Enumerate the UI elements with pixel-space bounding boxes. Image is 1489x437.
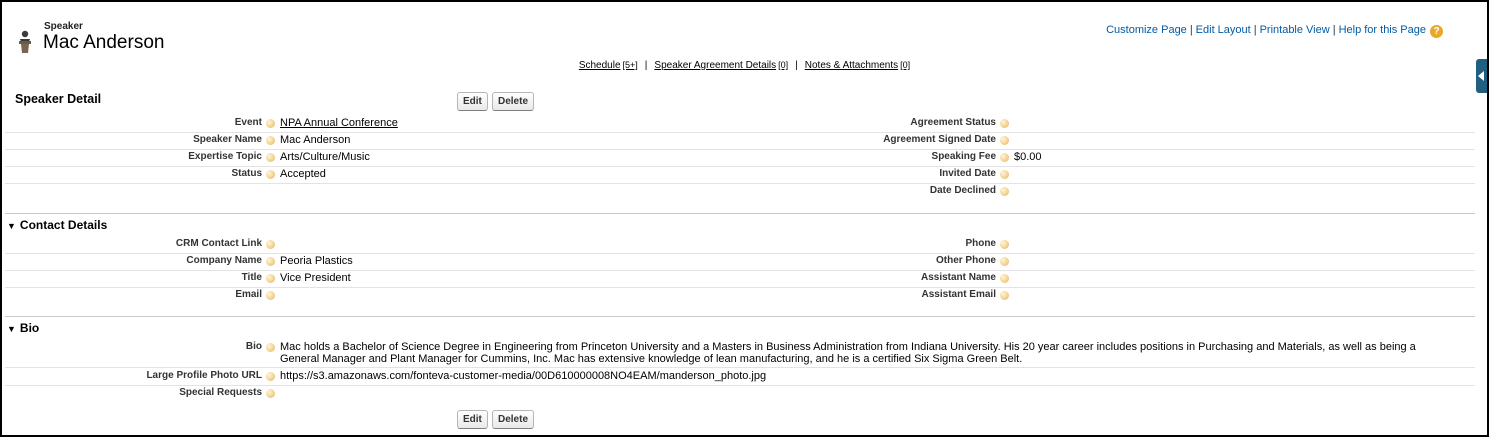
field-label-speaking-fee: Speaking Fee: [931, 151, 996, 162]
field-row: Special Requests: [5, 385, 1475, 402]
field-value-expertise-topic: Arts/Culture/Music: [280, 151, 370, 163]
help-icon[interactable]: ?: [1430, 25, 1443, 38]
help-bubble-icon[interactable]: [1000, 274, 1009, 283]
sidebar-toggle[interactable]: [1476, 59, 1487, 93]
event-link[interactable]: NPA Annual Conference: [280, 117, 398, 129]
field-value-status: Accepted: [280, 168, 326, 180]
delete-button[interactable]: Delete: [492, 92, 535, 111]
related-link-schedule[interactable]: Schedule [5+]: [579, 60, 638, 71]
collapse-triangle-icon[interactable]: ▼: [7, 324, 16, 334]
help-bubble-icon[interactable]: [266, 372, 275, 381]
section-title-bio: Bio: [19, 321, 40, 335]
field-row: CRM Contact Link Phone: [5, 236, 1475, 254]
field-label-phone: Phone: [965, 238, 996, 249]
record-detail-page: Speaker Mac Anderson Customize Page | Edit…: [0, 0, 1489, 437]
field-row: Large Profile Photo URL https://s3.amazo…: [5, 368, 1475, 386]
field-label-assistant-name: Assistant Name: [920, 272, 996, 283]
help-bubble-icon[interactable]: [266, 343, 275, 352]
help-bubble-icon[interactable]: [266, 389, 275, 398]
help-bubble-icon[interactable]: [1000, 119, 1009, 128]
help-bubble-icon[interactable]: [1000, 170, 1009, 179]
page-links: Customize Page | Edit Layout | Printable Vie…: [1106, 24, 1443, 38]
field-label-agreement-signed-date: Agreement Signed Date: [883, 134, 996, 145]
object-type-label: Speaker: [44, 21, 83, 32]
help-bubble-icon[interactable]: [266, 257, 275, 266]
delete-button-bottom[interactable]: Delete: [492, 410, 535, 429]
section-title-contact-details: Contact Details: [19, 218, 108, 232]
help-bubble-icon[interactable]: [1000, 187, 1009, 196]
field-value-company-name: Peoria Plastics: [280, 255, 353, 267]
field-label-status: Status: [231, 168, 262, 179]
help-bubble-icon[interactable]: [266, 170, 275, 179]
help-bubble-icon[interactable]: [1000, 153, 1009, 162]
chevron-left-icon: [1478, 71, 1484, 81]
related-link-notes-attachments[interactable]: Notes & Attachments [0]: [805, 60, 910, 71]
edit-button[interactable]: Edit: [457, 92, 488, 111]
related-list-links: Schedule [5+] | Speaker Agreement Details [0…: [578, 60, 911, 71]
field-label-event: Event: [234, 117, 262, 128]
help-bubble-icon[interactable]: [1000, 257, 1009, 266]
edit-button-bottom[interactable]: Edit: [457, 410, 488, 429]
help-bubble-icon[interactable]: [266, 291, 275, 300]
section-header-bio[interactable]: ▼ Bio: [7, 321, 39, 335]
help-bubble-icon[interactable]: [1000, 136, 1009, 145]
field-row: Bio Mac holds a Bachelor of Science Degr…: [5, 339, 1475, 368]
field-label-bio: Bio: [245, 341, 262, 352]
help-bubble-icon[interactable]: [1000, 291, 1009, 300]
field-value-title: Vice President: [280, 272, 351, 284]
section-divider: [5, 213, 1475, 214]
edit-layout-link[interactable]: Edit Layout: [1196, 24, 1251, 36]
field-label-agreement-status: Agreement Status: [910, 117, 996, 128]
field-label-expertise-topic: Expertise Topic: [188, 151, 262, 162]
help-link[interactable]: Help for this Page: [1339, 24, 1426, 36]
related-link-speaker-agreement-details[interactable]: Speaker Agreement Details [0]: [654, 60, 788, 71]
field-value-event: NPA Annual Conference: [280, 117, 398, 129]
field-row: Company Name Peoria Plastics Other Phone: [5, 253, 1475, 271]
field-row: Email Assistant Email: [5, 287, 1475, 304]
section-header-contact-details[interactable]: ▼ Contact Details: [7, 218, 107, 232]
printable-view-link[interactable]: Printable View: [1260, 24, 1330, 36]
help-bubble-icon[interactable]: [266, 119, 275, 128]
field-label-special-requests: Special Requests: [179, 387, 262, 398]
field-row: Speaker Name Mac Anderson Agreement Sign…: [5, 132, 1475, 150]
field-label-large-profile-photo-url: Large Profile Photo URL: [146, 370, 262, 381]
help-bubble-icon[interactable]: [266, 136, 275, 145]
field-value-speaking-fee: $0.00: [1014, 151, 1042, 163]
field-row: Event NPA Annual Conference Agreement St…: [5, 115, 1475, 133]
section-divider: [5, 316, 1475, 317]
help-bubble-icon[interactable]: [266, 153, 275, 162]
field-label-email: Email: [235, 289, 262, 300]
section-title-speaker-detail: Speaker Detail: [15, 92, 102, 106]
help-bubble-icon[interactable]: [1000, 240, 1009, 249]
help-bubble-icon[interactable]: [266, 274, 275, 283]
help-bubble-icon[interactable]: [266, 240, 275, 249]
field-value-bio: Mac holds a Bachelor of Science Degree i…: [280, 341, 1416, 365]
page-title: Mac Anderson: [43, 32, 165, 53]
field-label-speaker-name: Speaker Name: [193, 134, 262, 145]
field-row: Date Declined: [5, 183, 1475, 200]
field-row: Title Vice President Assistant Name: [5, 270, 1475, 288]
field-value-speaker-name: Mac Anderson: [280, 134, 351, 146]
collapse-triangle-icon[interactable]: ▼: [7, 221, 16, 231]
customize-page-link[interactable]: Customize Page: [1106, 24, 1187, 36]
field-label-other-phone: Other Phone: [935, 255, 996, 266]
field-row: Status Accepted Invited Date: [5, 166, 1475, 184]
speaker-podium-icon: [19, 30, 31, 53]
field-row: Expertise Topic Arts/Culture/Music Speak…: [5, 149, 1475, 167]
field-value-large-profile-photo-url: https://s3.amazonaws.com/fonteva-custome…: [280, 370, 767, 382]
field-label-date-declined: Date Declined: [929, 185, 996, 196]
field-label-assistant-email: Assistant Email: [921, 289, 996, 300]
field-label-invited-date: Invited Date: [939, 168, 996, 179]
field-label-company-name: Company Name: [186, 255, 262, 266]
field-label-title: Title: [241, 272, 262, 283]
field-label-crm-contact-link: CRM Contact Link: [175, 238, 262, 249]
